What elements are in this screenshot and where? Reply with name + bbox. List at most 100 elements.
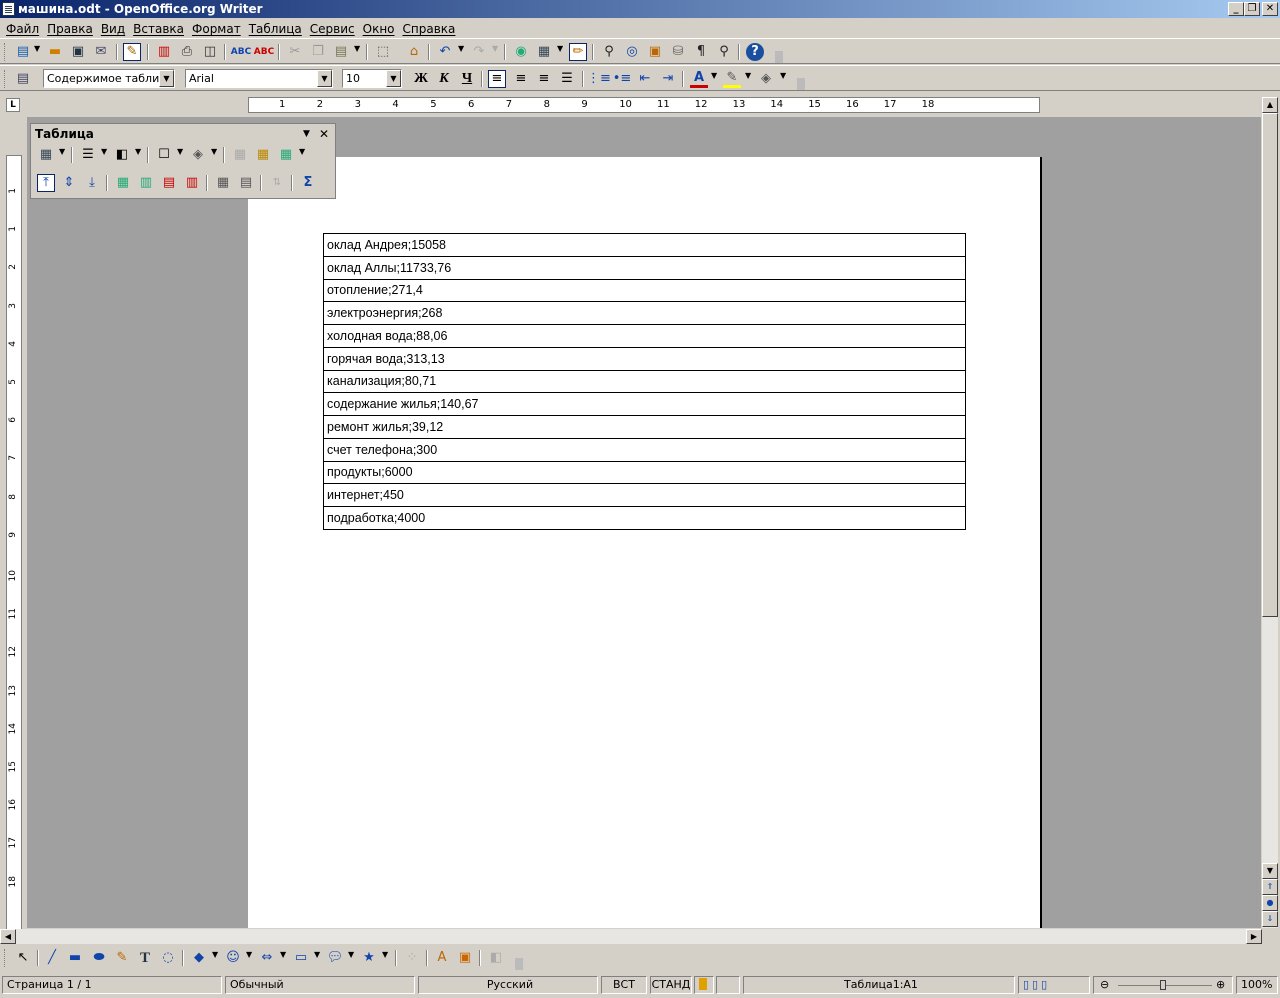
- table-cell[interactable]: оклад Аллы;11733,76: [323, 255, 966, 280]
- select-icon[interactable]: ↖: [14, 949, 32, 967]
- text-icon[interactable]: T: [136, 949, 154, 967]
- numbering-icon[interactable]: ⋮≡: [587, 70, 611, 88]
- edit-icon[interactable]: ✎: [123, 43, 141, 61]
- stars-icon[interactable]: ★: [360, 949, 378, 967]
- scroll-down-icon[interactable]: ▼: [1262, 863, 1278, 879]
- menu-help[interactable]: Справка: [399, 22, 460, 36]
- align-bottom-icon[interactable]: ⤓: [83, 174, 101, 192]
- freeform-icon[interactable]: ✎: [113, 949, 131, 967]
- email-icon[interactable]: ✉: [92, 43, 110, 61]
- align-left-icon[interactable]: ≡: [488, 70, 506, 88]
- table-cell[interactable]: интернет;450: [323, 483, 966, 507]
- menu-view[interactable]: Вид: [97, 22, 129, 36]
- page-style[interactable]: Обычный: [225, 976, 415, 994]
- font-color-icon[interactable]: A: [690, 70, 708, 88]
- insert-mode[interactable]: ВСТ: [601, 976, 647, 994]
- previous-page-icon[interactable]: ⇑: [1262, 879, 1278, 895]
- table-cell[interactable]: отопление;271,4: [323, 278, 966, 303]
- font-size-combo[interactable]: 10 ▼: [342, 69, 402, 88]
- menu-insert[interactable]: Вставка: [129, 22, 188, 36]
- block-arrows-icon[interactable]: ⇔: [258, 949, 276, 967]
- merge-cells-icon[interactable]: ▦: [231, 146, 249, 164]
- toolbar-grip[interactable]: [4, 70, 7, 88]
- formatting-marks-icon[interactable]: ¶: [692, 43, 710, 61]
- cut-icon[interactable]: ✂: [286, 43, 304, 61]
- zoom-slider[interactable]: ⊖ ⊕: [1093, 976, 1233, 994]
- font-name-combo[interactable]: Arial ▼: [185, 69, 333, 88]
- help-icon[interactable]: ?: [746, 43, 764, 61]
- bullets-icon[interactable]: •≡: [613, 70, 632, 88]
- horizontal-scrollbar[interactable]: ◀ ▶: [0, 929, 1262, 944]
- navigator-icon[interactable]: ◎: [623, 43, 641, 61]
- toolbar-overflow-icon[interactable]: [515, 958, 523, 970]
- ellipse-icon[interactable]: ⬬: [90, 949, 108, 967]
- italic-button[interactable]: К: [435, 70, 453, 88]
- drawing-functions-icon[interactable]: ✏: [569, 43, 587, 61]
- delete-column-icon[interactable]: ▥: [183, 174, 201, 192]
- table-icon[interactable]: ▦: [535, 43, 553, 61]
- menu-table[interactable]: Таблица: [245, 22, 306, 36]
- align-center-vertical-icon[interactable]: ⇕: [60, 174, 78, 192]
- table-cell[interactable]: продукты;6000: [323, 460, 966, 485]
- delete-row-icon[interactable]: ▤: [160, 174, 178, 192]
- align-right-icon[interactable]: ≡: [535, 70, 553, 88]
- menu-file[interactable]: Файл: [2, 22, 43, 36]
- sum-icon[interactable]: Σ: [299, 174, 317, 192]
- selection-mode[interactable]: СТАНД: [650, 976, 692, 994]
- decrease-indent-icon[interactable]: ⇤: [636, 70, 654, 88]
- tab-type-selector[interactable]: L: [6, 98, 20, 112]
- background-color-icon[interactable]: ◈: [189, 146, 207, 164]
- callout-icon[interactable]: ◌: [159, 949, 177, 967]
- align-center-icon[interactable]: ≡: [512, 70, 530, 88]
- line-icon[interactable]: ╱: [43, 949, 61, 967]
- pdf-icon[interactable]: ▥: [155, 43, 173, 61]
- zoom-level[interactable]: 100%: [1236, 976, 1278, 994]
- extrusion-icon[interactable]: ◧: [487, 949, 505, 967]
- table-panel-titlebar[interactable]: Таблица ▼ ✕: [31, 124, 335, 144]
- table-cell[interactable]: ремонт жилья;39,12: [323, 415, 966, 439]
- open-icon[interactable]: ▬: [46, 43, 64, 61]
- table-cell[interactable]: электроэнергия;268: [323, 301, 966, 325]
- paintbrush-icon[interactable]: ⌂: [405, 43, 423, 61]
- menu-window[interactable]: Окно: [359, 22, 399, 36]
- page-indicator[interactable]: Страница 1 / 1: [2, 976, 222, 994]
- chevron-down-icon[interactable]: ▼: [303, 124, 310, 144]
- clone-icon[interactable]: ⬚: [374, 43, 392, 61]
- borders-icon[interactable]: ☐: [155, 146, 173, 164]
- vertical-ruler[interactable]: 1 1 2 3 4 5 6 7 8 9 10 11 12 13 14 15 16 17 18: [6, 155, 22, 930]
- align-top-icon[interactable]: ⤒: [37, 174, 55, 192]
- scroll-right-icon[interactable]: ▶: [1246, 929, 1262, 944]
- rectangle-icon[interactable]: ▬: [66, 949, 84, 967]
- scroll-up-icon[interactable]: ▲: [1262, 97, 1278, 113]
- redo-icon[interactable]: ↷: [470, 43, 488, 61]
- find-icon[interactable]: ⚲: [600, 43, 618, 61]
- menu-edit[interactable]: Правка: [43, 22, 97, 36]
- save-icon[interactable]: ▣: [69, 43, 87, 61]
- paragraph-style-combo[interactable]: Содержимое таблицы ▼: [43, 69, 175, 88]
- underline-button[interactable]: Ч: [458, 70, 476, 88]
- toolbar-grip[interactable]: [4, 949, 7, 967]
- toolbar-grip[interactable]: [4, 43, 7, 61]
- datasource-icon[interactable]: ⛁: [669, 43, 687, 61]
- table-cell[interactable]: подработка;4000: [323, 506, 966, 530]
- symbol-shapes-icon[interactable]: ☺: [224, 949, 242, 967]
- table-cell[interactable]: холодная вода;88,06: [323, 324, 966, 348]
- close-button[interactable]: ✕: [1262, 2, 1278, 16]
- gallery-icon[interactable]: ▣: [646, 43, 664, 61]
- scroll-thumb[interactable]: [1262, 113, 1278, 617]
- minimize-button[interactable]: _: [1228, 2, 1244, 16]
- table-cell[interactable]: оклад Андрея;15058: [323, 233, 966, 257]
- table-icon[interactable]: ▦: [37, 146, 55, 164]
- document-page[interactable]: оклад Андрея;15058 оклад Аллы;11733,76 ото…: [248, 157, 1042, 928]
- flowchart-icon[interactable]: ▭: [292, 949, 310, 967]
- navigation-icon[interactable]: ●: [1262, 895, 1278, 911]
- fontwork-icon[interactable]: A: [433, 949, 451, 967]
- autospell-icon[interactable]: ABC: [254, 43, 274, 61]
- document-table[interactable]: оклад Андрея;15058 оклад Аллы;11733,76 ото…: [323, 233, 966, 530]
- split-cells-icon[interactable]: ▦: [254, 146, 272, 164]
- bold-button[interactable]: Ж: [412, 70, 430, 88]
- highlight-icon[interactable]: ✎: [723, 70, 741, 88]
- table-cell[interactable]: содержание жилья;140,67: [323, 392, 966, 416]
- scroll-left-icon[interactable]: ◀: [0, 929, 16, 944]
- border-color-icon[interactable]: ◧: [113, 146, 131, 164]
